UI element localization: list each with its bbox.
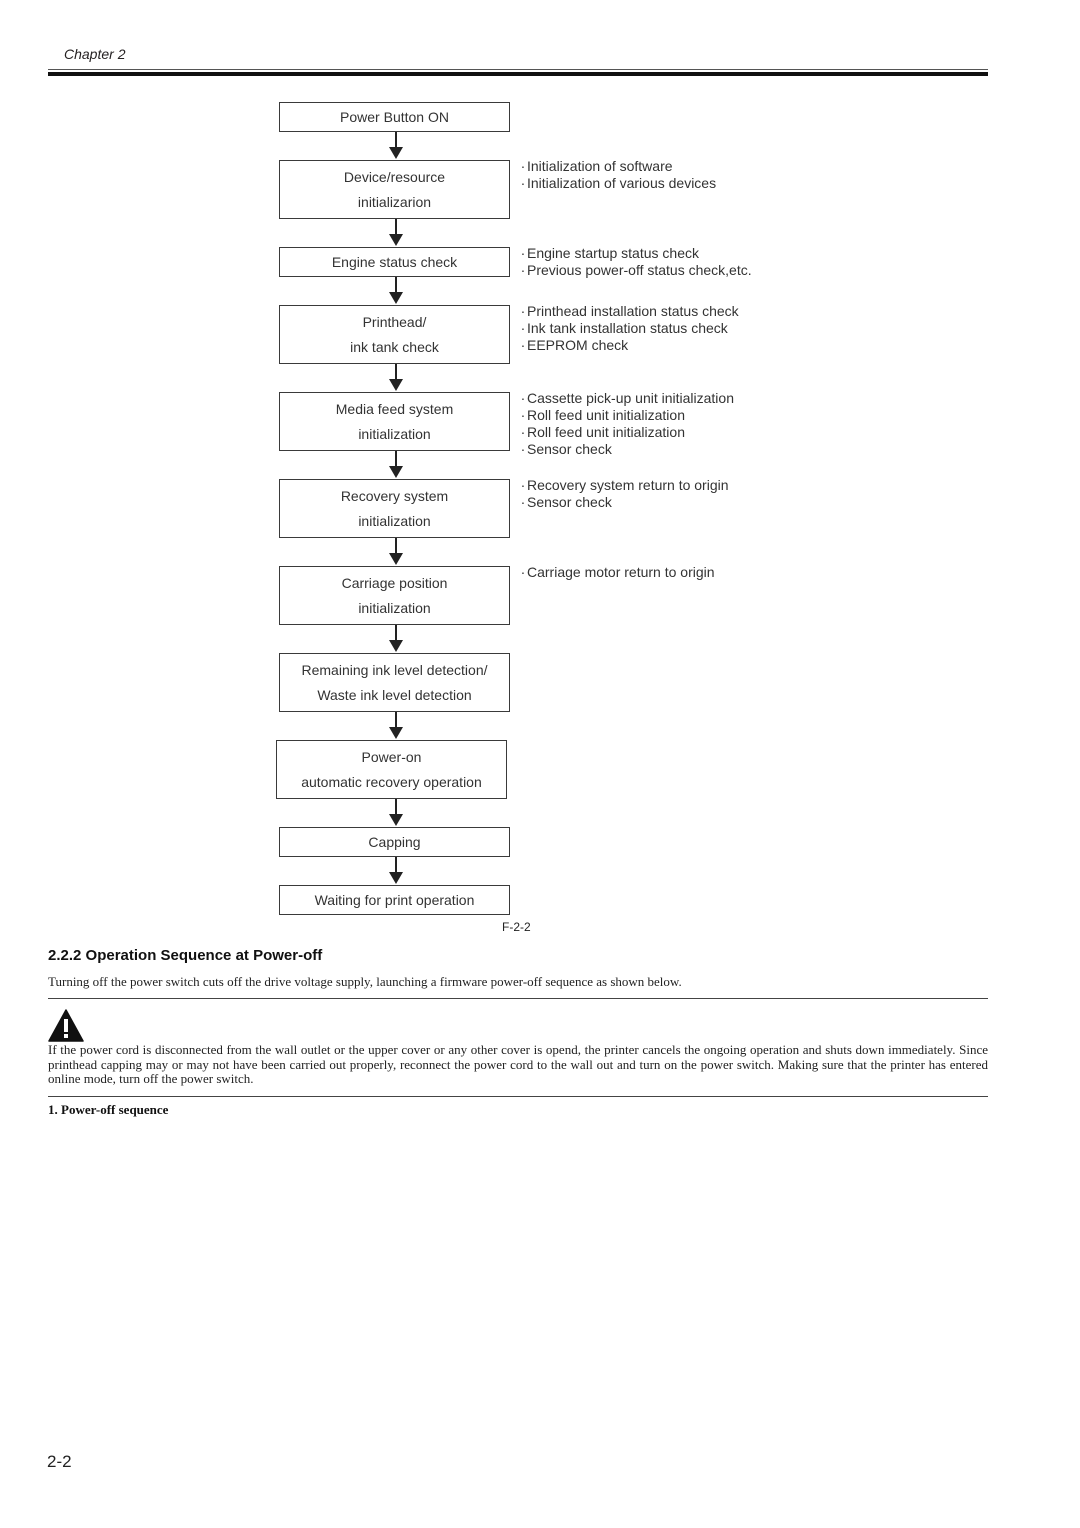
flow-step-box: Recovery system initialization (279, 479, 510, 538)
flow-arrow-down-icon (389, 219, 403, 247)
power-off-sequence-heading: 1. Power-off sequence (48, 1102, 169, 1117)
flow-step-box: Media feed system initialization (279, 392, 510, 451)
flow-step-label: Media feed system (335, 400, 454, 417)
flow-note-item: · Ink tank installation status check (519, 320, 739, 337)
flow-arrow-down-icon (389, 625, 403, 653)
flow-note-text: EEPROM check (527, 337, 629, 353)
flow-step-label: automatic recovery operation (301, 773, 482, 790)
header-rule-thin (48, 69, 988, 70)
flow-note-text: Recovery system return to origin (527, 477, 729, 493)
flow-step-label: Recovery system (340, 487, 449, 504)
flow-arrow-down-icon (389, 132, 403, 160)
section-title: 2.2.2 Operation Sequence at Power-off (48, 947, 323, 964)
flow-note-text: Previous power-off status check,etc. (527, 262, 752, 278)
flow-arrow-down-icon (389, 538, 403, 566)
flow-step-box: Power Button ON (279, 102, 510, 132)
flow-note-text: Ink tank installation status check (527, 320, 728, 336)
flow-step-label: Capping (368, 833, 421, 850)
warning-top-rule (48, 998, 988, 999)
flow-note-item: · Roll feed unit initialization (519, 424, 734, 441)
bullet-dot-icon: · (520, 407, 526, 423)
flow-note-item: · Initialization of various devices (519, 175, 716, 192)
flow-note-item: · Previous power-off status check,etc. (519, 262, 752, 279)
chapter-header: Chapter 2 (64, 46, 126, 62)
flow-note-item: · Sensor check (519, 494, 729, 511)
bullet-dot-icon: · (520, 337, 526, 353)
flow-step-label: Waste ink level detection (317, 686, 472, 703)
flow-note-text: Sensor check (527, 441, 612, 457)
flow-step-box: Capping (279, 827, 510, 857)
warning-bottom-rule (48, 1096, 988, 1097)
figure-label: F-2-2 (502, 920, 531, 934)
bullet-dot-icon: · (520, 441, 526, 457)
flow-arrow-down-icon (389, 799, 403, 827)
bullet-dot-icon: · (520, 477, 526, 493)
flow-step-box: Device/resource initializarion (279, 160, 510, 219)
flow-note-text: Initialization of software (527, 158, 673, 174)
section-intro: Turning off the power switch cuts off th… (48, 974, 682, 989)
flow-note-item: · Sensor check (519, 441, 734, 458)
flow-step-box: Engine status check (279, 247, 510, 277)
flow-step-box: Carriage position initialization (279, 566, 510, 625)
flow-note-item: · EEPROM check (519, 337, 739, 354)
flow-note-item: · Carriage motor return to origin (519, 564, 715, 581)
flow-arrow-down-icon (389, 364, 403, 392)
warning-triangle-icon (48, 1009, 84, 1042)
flow-note-item: · Initialization of software (519, 158, 716, 175)
page-number: 2-2 (47, 1452, 72, 1471)
flow-note-item: · Roll feed unit initialization (519, 407, 734, 424)
bullet-dot-icon: · (520, 245, 526, 261)
flow-step-label: Power Button ON (340, 108, 449, 125)
flow-step-label: Remaining ink level detection/ (301, 661, 488, 678)
flow-note-item: · Cassette pick-up unit initialization (519, 390, 734, 407)
bullet-dot-icon: · (520, 175, 526, 191)
flow-step-label: initialization (358, 425, 431, 442)
bullet-dot-icon: · (520, 158, 526, 174)
flow-note-text: Printhead installation status check (527, 303, 739, 319)
flow-arrow-down-icon (389, 712, 403, 740)
flow-step-notes: · Engine startup status check · Previous po… (519, 245, 752, 279)
flow-step-label: initializarion (357, 193, 432, 210)
flow-arrow-down-icon (389, 277, 403, 305)
bullet-dot-icon: · (520, 390, 526, 406)
flow-note-text: Roll feed unit initialization (527, 424, 685, 440)
flow-step-label: initialization (358, 599, 431, 616)
header-rule-thick (48, 72, 988, 76)
flow-step-notes: · Recovery system return to origin · Sensor… (519, 477, 729, 511)
flow-arrow-down-icon (389, 857, 403, 885)
flow-step-label: initialization (358, 512, 431, 529)
flow-note-item: · Recovery system return to origin (519, 477, 729, 494)
bullet-dot-icon: · (520, 564, 526, 580)
flow-step-box: Power-on automatic recovery operation (276, 740, 507, 799)
bullet-dot-icon: · (520, 424, 526, 440)
flow-note-text: Initialization of various devices (527, 175, 717, 191)
flow-step-label: Waiting for print operation (314, 891, 475, 908)
flow-step-label: Power-on (361, 748, 422, 765)
flow-step-notes: · Printhead installation status check · Ink… (519, 303, 739, 354)
bullet-dot-icon: · (520, 320, 526, 336)
flow-step-box: Waiting for print operation (279, 885, 510, 915)
flow-note-text: Carriage motor return to origin (527, 564, 715, 580)
flow-step-notes: · Initialization of software · Initializati… (519, 158, 716, 192)
bullet-dot-icon: · (520, 262, 526, 278)
flow-arrow-down-icon (389, 451, 403, 479)
flow-step-label: Printhead/ (362, 313, 427, 330)
flow-note-text: Cassette pick-up unit initialization (527, 390, 734, 406)
flow-step-label: Device/resource (343, 168, 446, 185)
flow-note-text: Sensor check (527, 494, 612, 510)
warning-text: If the power cord is disconnected from t… (48, 1042, 988, 1086)
flow-step-box: Remaining ink level detection/Waste ink … (279, 653, 510, 712)
flow-step-box: Printhead/ink tank check (279, 305, 510, 364)
bullet-dot-icon: · (520, 494, 526, 510)
flow-note-text: Engine startup status check (527, 245, 699, 261)
flow-step-notes: · Cassette pick-up unit initialization · Ro… (519, 390, 734, 458)
flow-note-item: · Printhead installation status check (519, 303, 739, 320)
flow-step-label: ink tank check (350, 338, 439, 355)
flow-step-notes: · Carriage motor return to origin (519, 564, 715, 581)
flow-note-text: Roll feed unit initialization (527, 407, 685, 423)
flow-step-label: Engine status check (331, 253, 458, 270)
bullet-dot-icon: · (520, 303, 526, 319)
flow-step-label: Carriage position (341, 574, 448, 591)
flow-note-item: · Engine startup status check (519, 245, 752, 262)
